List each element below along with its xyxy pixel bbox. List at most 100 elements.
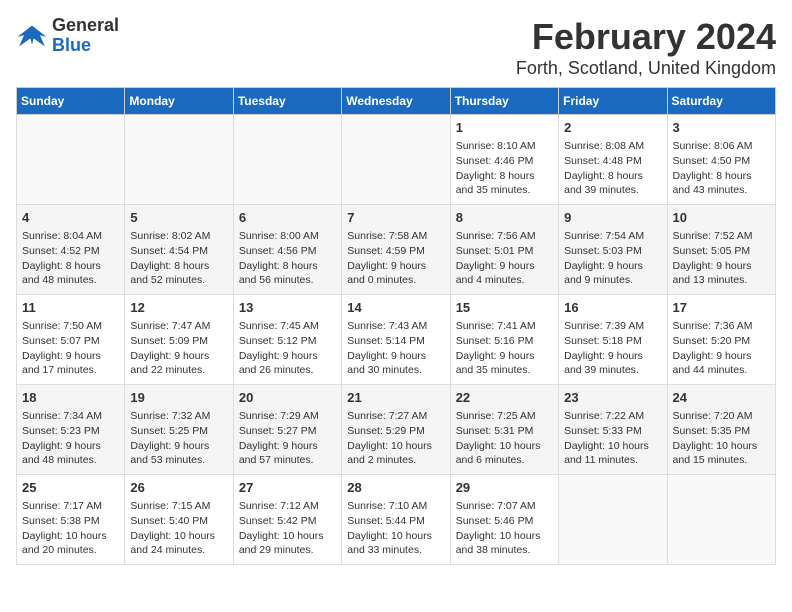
sunset: Sunset: 5:20 PM bbox=[673, 335, 751, 347]
sunset: Sunset: 4:54 PM bbox=[130, 245, 208, 257]
sunset: Sunset: 5:05 PM bbox=[673, 245, 751, 257]
day-header-tuesday: Tuesday bbox=[233, 88, 341, 115]
daylight: Daylight: 9 hours and 35 minutes. bbox=[456, 350, 535, 377]
daylight: Daylight: 8 hours and 35 minutes. bbox=[456, 170, 535, 197]
day-number: 17 bbox=[673, 299, 770, 317]
day-number: 7 bbox=[347, 209, 444, 227]
sunrise: Sunrise: 7:47 AM bbox=[130, 320, 210, 332]
sunrise: Sunrise: 8:02 AM bbox=[130, 230, 210, 242]
day-number: 10 bbox=[673, 209, 770, 227]
sunrise: Sunrise: 7:41 AM bbox=[456, 320, 536, 332]
sunset: Sunset: 4:52 PM bbox=[22, 245, 100, 257]
sunset: Sunset: 4:46 PM bbox=[456, 155, 534, 167]
logo-text-blue: Blue bbox=[52, 36, 119, 56]
sunrise: Sunrise: 7:56 AM bbox=[456, 230, 536, 242]
calendar-cell bbox=[125, 115, 233, 205]
sunrise: Sunrise: 7:27 AM bbox=[347, 410, 427, 422]
sunrise: Sunrise: 8:10 AM bbox=[456, 140, 536, 152]
calendar-cell: 2Sunrise: 8:08 AMSunset: 4:48 PMDaylight… bbox=[559, 115, 667, 205]
calendar-cell: 24Sunrise: 7:20 AMSunset: 5:35 PMDayligh… bbox=[667, 385, 775, 475]
sunset: Sunset: 5:40 PM bbox=[130, 515, 208, 527]
calendar-cell bbox=[342, 115, 450, 205]
calendar-header-row: SundayMondayTuesdayWednesdayThursdayFrid… bbox=[17, 88, 776, 115]
sunset: Sunset: 5:01 PM bbox=[456, 245, 534, 257]
calendar-cell: 21Sunrise: 7:27 AMSunset: 5:29 PMDayligh… bbox=[342, 385, 450, 475]
day-number: 16 bbox=[564, 299, 661, 317]
day-number: 27 bbox=[239, 479, 336, 497]
logo-text-general: General bbox=[52, 16, 119, 36]
sunrise: Sunrise: 7:36 AM bbox=[673, 320, 753, 332]
daylight: Daylight: 10 hours and 6 minutes. bbox=[456, 440, 541, 467]
day-number: 9 bbox=[564, 209, 661, 227]
sunset: Sunset: 5:14 PM bbox=[347, 335, 425, 347]
sunset: Sunset: 5:35 PM bbox=[673, 425, 751, 437]
daylight: Daylight: 10 hours and 11 minutes. bbox=[564, 440, 649, 467]
sunrise: Sunrise: 7:50 AM bbox=[22, 320, 102, 332]
daylight: Daylight: 10 hours and 2 minutes. bbox=[347, 440, 432, 467]
sunrise: Sunrise: 7:07 AM bbox=[456, 500, 536, 512]
day-number: 29 bbox=[456, 479, 553, 497]
daylight: Daylight: 8 hours and 48 minutes. bbox=[22, 260, 101, 287]
calendar-cell bbox=[233, 115, 341, 205]
calendar-cell: 9Sunrise: 7:54 AMSunset: 5:03 PMDaylight… bbox=[559, 205, 667, 295]
daylight: Daylight: 8 hours and 43 minutes. bbox=[673, 170, 752, 197]
calendar-cell: 27Sunrise: 7:12 AMSunset: 5:42 PMDayligh… bbox=[233, 475, 341, 565]
calendar-cell: 8Sunrise: 7:56 AMSunset: 5:01 PMDaylight… bbox=[450, 205, 558, 295]
calendar-cell: 25Sunrise: 7:17 AMSunset: 5:38 PMDayligh… bbox=[17, 475, 125, 565]
day-header-wednesday: Wednesday bbox=[342, 88, 450, 115]
calendar-cell: 29Sunrise: 7:07 AMSunset: 5:46 PMDayligh… bbox=[450, 475, 558, 565]
calendar-cell: 6Sunrise: 8:00 AMSunset: 4:56 PMDaylight… bbox=[233, 205, 341, 295]
calendar-cell: 12Sunrise: 7:47 AMSunset: 5:09 PMDayligh… bbox=[125, 295, 233, 385]
sunset: Sunset: 4:50 PM bbox=[673, 155, 751, 167]
calendar-cell: 13Sunrise: 7:45 AMSunset: 5:12 PMDayligh… bbox=[233, 295, 341, 385]
calendar-cell: 28Sunrise: 7:10 AMSunset: 5:44 PMDayligh… bbox=[342, 475, 450, 565]
sunrise: Sunrise: 7:22 AM bbox=[564, 410, 644, 422]
daylight: Daylight: 9 hours and 26 minutes. bbox=[239, 350, 318, 377]
sunrise: Sunrise: 7:58 AM bbox=[347, 230, 427, 242]
sunset: Sunset: 5:27 PM bbox=[239, 425, 317, 437]
day-number: 6 bbox=[239, 209, 336, 227]
daylight: Daylight: 9 hours and 22 minutes. bbox=[130, 350, 209, 377]
location: Forth, Scotland, United Kingdom bbox=[516, 58, 776, 79]
sunrise: Sunrise: 7:34 AM bbox=[22, 410, 102, 422]
calendar-week-1: 1Sunrise: 8:10 AMSunset: 4:46 PMDaylight… bbox=[17, 115, 776, 205]
calendar-cell: 4Sunrise: 8:04 AMSunset: 4:52 PMDaylight… bbox=[17, 205, 125, 295]
daylight: Daylight: 9 hours and 39 minutes. bbox=[564, 350, 643, 377]
sunrise: Sunrise: 7:29 AM bbox=[239, 410, 319, 422]
sunrise: Sunrise: 7:15 AM bbox=[130, 500, 210, 512]
sunset: Sunset: 5:07 PM bbox=[22, 335, 100, 347]
day-header-friday: Friday bbox=[559, 88, 667, 115]
daylight: Daylight: 9 hours and 17 minutes. bbox=[22, 350, 101, 377]
daylight: Daylight: 8 hours and 56 minutes. bbox=[239, 260, 318, 287]
title-block: February 2024 Forth, Scotland, United Ki… bbox=[516, 16, 776, 79]
sunset: Sunset: 5:12 PM bbox=[239, 335, 317, 347]
sunset: Sunset: 5:38 PM bbox=[22, 515, 100, 527]
day-number: 19 bbox=[130, 389, 227, 407]
day-number: 12 bbox=[130, 299, 227, 317]
calendar-week-2: 4Sunrise: 8:04 AMSunset: 4:52 PMDaylight… bbox=[17, 205, 776, 295]
sunrise: Sunrise: 7:10 AM bbox=[347, 500, 427, 512]
sunrise: Sunrise: 7:32 AM bbox=[130, 410, 210, 422]
daylight: Daylight: 9 hours and 9 minutes. bbox=[564, 260, 643, 287]
day-number: 25 bbox=[22, 479, 119, 497]
sunset: Sunset: 5:23 PM bbox=[22, 425, 100, 437]
calendar-cell: 26Sunrise: 7:15 AMSunset: 5:40 PMDayligh… bbox=[125, 475, 233, 565]
day-number: 4 bbox=[22, 209, 119, 227]
daylight: Daylight: 8 hours and 52 minutes. bbox=[130, 260, 209, 287]
day-header-sunday: Sunday bbox=[17, 88, 125, 115]
calendar-cell: 17Sunrise: 7:36 AMSunset: 5:20 PMDayligh… bbox=[667, 295, 775, 385]
sunset: Sunset: 4:56 PM bbox=[239, 245, 317, 257]
day-number: 13 bbox=[239, 299, 336, 317]
day-number: 28 bbox=[347, 479, 444, 497]
day-header-saturday: Saturday bbox=[667, 88, 775, 115]
calendar-cell: 15Sunrise: 7:41 AMSunset: 5:16 PMDayligh… bbox=[450, 295, 558, 385]
daylight: Daylight: 8 hours and 39 minutes. bbox=[564, 170, 643, 197]
day-number: 22 bbox=[456, 389, 553, 407]
day-number: 2 bbox=[564, 119, 661, 137]
logo: General Blue bbox=[16, 16, 119, 56]
sunset: Sunset: 4:48 PM bbox=[564, 155, 642, 167]
daylight: Daylight: 10 hours and 38 minutes. bbox=[456, 530, 541, 557]
sunset: Sunset: 5:16 PM bbox=[456, 335, 534, 347]
calendar-cell: 20Sunrise: 7:29 AMSunset: 5:27 PMDayligh… bbox=[233, 385, 341, 475]
calendar-table: SundayMondayTuesdayWednesdayThursdayFrid… bbox=[16, 87, 776, 565]
